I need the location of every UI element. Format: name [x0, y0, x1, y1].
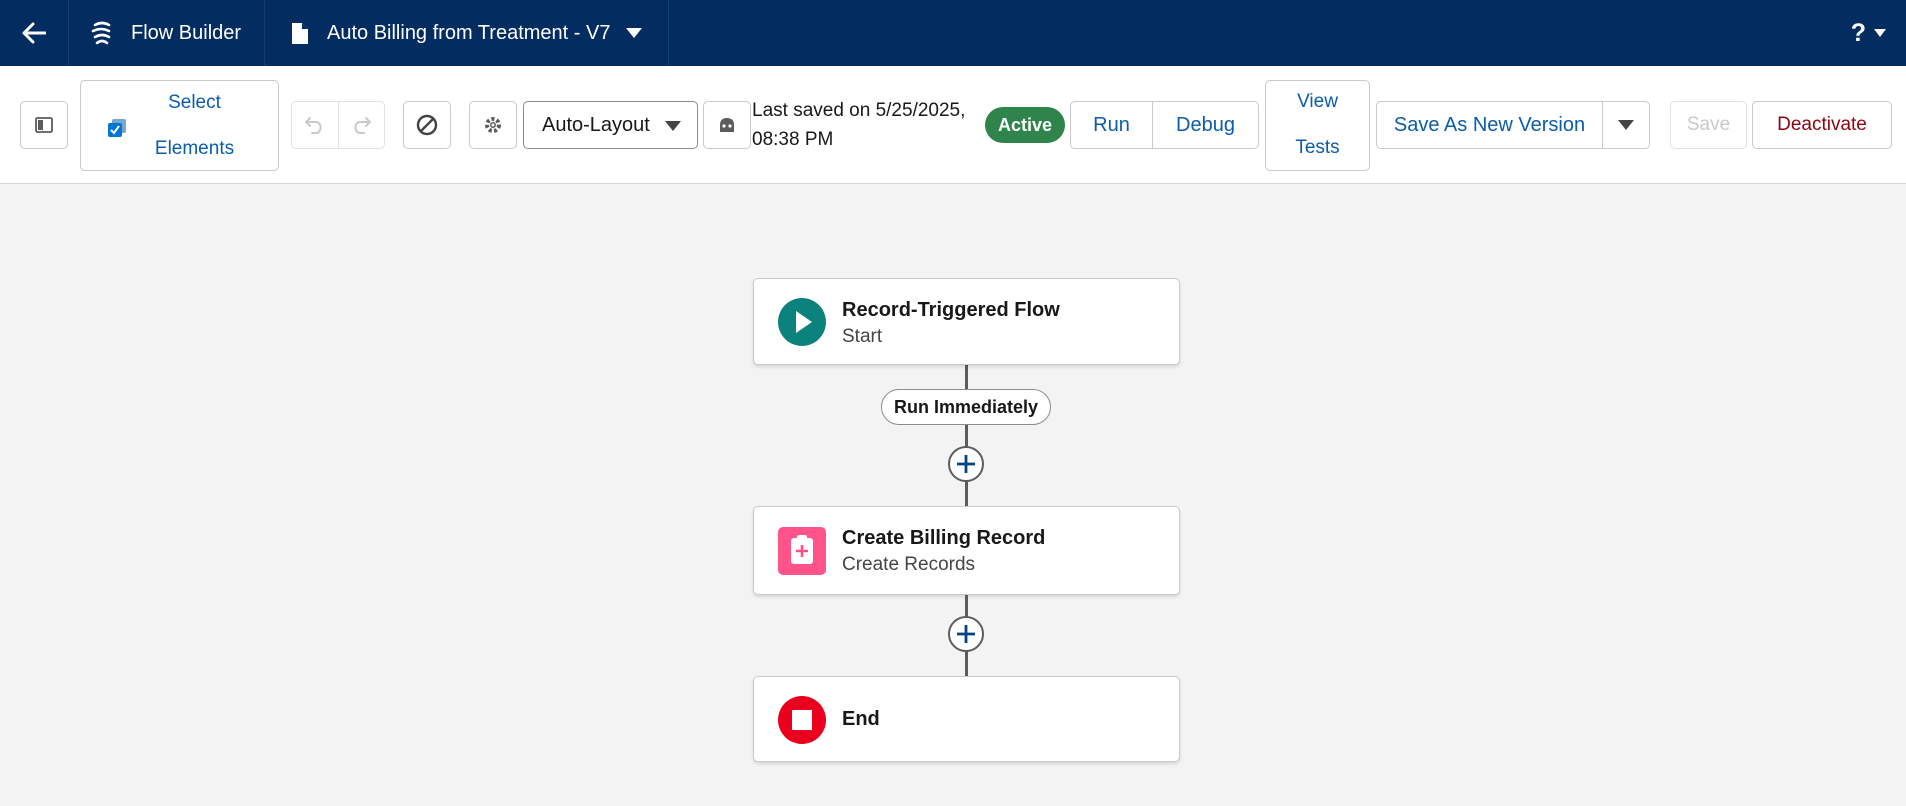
chevron-down-icon: [1618, 120, 1634, 130]
clipboard-plus-icon: [778, 527, 826, 575]
save-button[interactable]: Save: [1670, 101, 1747, 149]
checkbox-select-icon: [108, 119, 126, 137]
save-label: Save: [1686, 114, 1731, 135]
debug-button[interactable]: Debug: [1152, 102, 1258, 148]
plus-icon: [957, 455, 975, 473]
last-saved-info: Last saved on 5/25/2025, 08:38 PM: [752, 96, 965, 154]
node-title: Create Billing Record: [842, 527, 1046, 549]
run-debug-group: Run Debug: [1070, 101, 1259, 149]
node-subtitle: Create Records: [842, 554, 976, 575]
panel-icon: [35, 117, 53, 133]
path-label[interactable]: Run Immediately: [881, 389, 1051, 425]
status-badge: Active: [985, 107, 1065, 143]
chevron-down-icon: [626, 28, 643, 38]
node-title: End: [842, 708, 880, 730]
ban-icon: [416, 114, 438, 136]
save-version-group: Save As New Version: [1376, 101, 1650, 149]
robot-icon: [720, 118, 734, 132]
view-tests-label: View: [1297, 91, 1338, 112]
undo-redo-group: [291, 101, 385, 149]
create-records-node[interactable]: Create Billing Record Create Records: [753, 506, 1180, 595]
errors-button[interactable]: [403, 101, 451, 149]
flow-icon: [91, 21, 111, 45]
help-menu[interactable]: ?: [1851, 0, 1886, 66]
view-tests-label-2: Tests: [1295, 137, 1340, 158]
deactivate-button[interactable]: Deactivate: [1752, 101, 1892, 149]
redo-icon: [354, 117, 372, 134]
play-icon: [778, 298, 826, 346]
add-element-button[interactable]: [948, 616, 984, 652]
select-elements-label: Select: [168, 92, 221, 113]
node-title: Record-Triggered Flow: [842, 299, 1060, 321]
end-node[interactable]: End: [753, 676, 1180, 762]
view-tests-button[interactable]: View Tests: [1265, 80, 1370, 171]
settings-button[interactable]: [469, 101, 517, 149]
select-elements-button[interactable]: Select Elements: [80, 80, 279, 171]
back-button[interactable]: [0, 0, 69, 66]
run-button[interactable]: Run: [1071, 102, 1152, 148]
undo-icon: [304, 117, 322, 134]
app-title: Flow Builder: [69, 0, 265, 66]
gear-icon: [485, 117, 501, 133]
back-arrow-icon: [22, 22, 46, 44]
select-elements-label-2: Elements: [154, 138, 235, 159]
toolbar: Select Elements Auto-Layout Last saved o…: [0, 66, 1906, 184]
start-node[interactable]: Record-Triggered Flow Start: [753, 278, 1180, 365]
chevron-down-icon: [665, 121, 681, 131]
app-name: Flow Builder: [131, 21, 242, 44]
last-saved-date: Last saved on 5/25/2025,: [752, 100, 966, 121]
plus-icon: [957, 625, 975, 643]
connector-line: [965, 364, 968, 389]
flow-version-menu[interactable]: Auto Billing from Treatment - V7: [265, 0, 669, 66]
save-as-new-version-button[interactable]: Save As New Version: [1377, 102, 1602, 148]
node-subtitle: Start: [842, 326, 883, 347]
stop-icon: [778, 696, 826, 744]
undo-button[interactable]: [292, 102, 338, 148]
layout-select[interactable]: Auto-Layout: [523, 101, 698, 149]
deactivate-label: Deactivate: [1777, 114, 1867, 135]
flow-canvas[interactable]: Record-Triggered Flow Start Run Immediat…: [0, 184, 1906, 806]
chevron-down-icon: [1874, 29, 1886, 37]
file-icon: [292, 22, 308, 44]
einstein-button[interactable]: [703, 101, 751, 149]
toggle-panel-button[interactable]: [20, 101, 68, 149]
redo-button[interactable]: [337, 102, 384, 148]
add-element-button[interactable]: [948, 446, 984, 482]
layout-value: Auto-Layout: [542, 113, 650, 136]
last-saved-time: 08:38 PM: [752, 129, 834, 150]
save-options-dropdown[interactable]: [1602, 102, 1649, 148]
help-icon: ?: [1850, 18, 1866, 47]
flow-name: Auto Billing from Treatment - V7: [327, 21, 611, 44]
app-header: Flow Builder Auto Billing from Treatment…: [0, 0, 1906, 66]
